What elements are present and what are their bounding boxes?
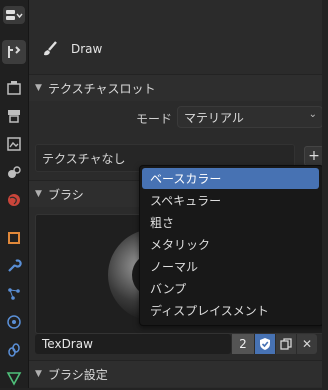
add-texture-button[interactable]: + <box>304 146 324 166</box>
brush-name: TexDraw <box>42 337 93 351</box>
menu-item-bump[interactable]: バンプ <box>142 278 319 299</box>
collapse-triangle-icon: ▼ <box>35 189 42 199</box>
menu-item-specular[interactable]: スペキュラー <box>142 190 319 211</box>
brush-name-field[interactable]: TexDraw <box>35 334 231 354</box>
chevron-down-icon: ⌄ <box>308 109 317 120</box>
tool-title: Draw <box>71 42 103 56</box>
mode-value: マテリアル <box>184 110 244 125</box>
view-layer-icon <box>7 137 21 151</box>
world-icon <box>8 194 20 206</box>
constraints-icon <box>8 343 20 357</box>
output-icon <box>8 110 20 123</box>
menu-item-roughness[interactable]: 粗さ <box>142 212 319 233</box>
mode-label: モード <box>136 112 173 126</box>
tab-physics[interactable] <box>2 310 26 334</box>
mode-dropdown[interactable]: マテリアル ⌄ <box>177 106 323 128</box>
section-title: テクスチャスロット <box>48 81 156 96</box>
menu-item-base-color[interactable]: ベースカラー <box>142 168 319 189</box>
panel-scroll-gutter[interactable] <box>322 0 328 388</box>
section-texture-slots[interactable]: ▼ テクスチャスロット <box>29 74 328 101</box>
brush-icon <box>44 41 57 56</box>
texture-empty-text: テクスチャなし <box>42 151 126 166</box>
editor-type-button[interactable] <box>3 6 25 24</box>
tool-icon <box>8 46 21 58</box>
tool-header: Draw <box>29 30 328 68</box>
brush-user-count[interactable]: 2 <box>232 334 254 354</box>
plus-icon: + <box>308 148 320 164</box>
mesh-data-icon <box>6 372 22 386</box>
tab-render[interactable] <box>2 76 26 100</box>
section-brush-settings[interactable]: ▼ ブラシ設定 <box>29 360 328 387</box>
collapse-triangle-icon: ▼ <box>35 369 42 379</box>
scene-icon <box>8 166 21 178</box>
menu-item-metallic[interactable]: メタリック <box>142 234 319 255</box>
particles-icon <box>8 288 20 300</box>
object-icon <box>8 232 20 244</box>
tab-scene[interactable] <box>2 160 26 184</box>
menu-item-displacement[interactable]: ディスプレイスメント <box>142 300 319 321</box>
wrench-icon <box>8 259 22 272</box>
physics-icon <box>7 315 21 329</box>
collapse-triangle-icon: ▼ <box>35 83 42 93</box>
section-title: ブラシ <box>48 187 84 202</box>
tab-world[interactable] <box>2 188 26 212</box>
shield-icon <box>260 338 270 350</box>
tab-particles[interactable] <box>2 282 26 306</box>
render-icon <box>7 81 21 95</box>
section-title: ブラシ設定 <box>48 367 108 382</box>
tab-output[interactable] <box>2 104 26 128</box>
tab-view-layer[interactable] <box>2 132 26 156</box>
menu-item-normal[interactable]: ノーマル <box>142 256 319 277</box>
tab-constraints[interactable] <box>2 338 26 362</box>
fake-user-button[interactable] <box>255 334 275 354</box>
duplicate-icon <box>280 338 292 350</box>
close-icon: ✕ <box>301 337 313 351</box>
unlink-brush-button[interactable]: ✕ <box>297 334 317 354</box>
properties-tab-bar <box>0 0 29 388</box>
texture-type-menu: ベースカラー スペキュラー 粗さ メタリック ノーマル バンプ ディスプレイスメ… <box>139 165 324 326</box>
tab-modifiers[interactable] <box>2 254 26 278</box>
tab-object[interactable] <box>2 226 26 250</box>
duplicate-brush-button[interactable] <box>276 334 296 354</box>
tab-tool[interactable] <box>2 40 26 64</box>
editor-type-icon <box>6 10 23 20</box>
tab-data[interactable] <box>2 366 26 390</box>
